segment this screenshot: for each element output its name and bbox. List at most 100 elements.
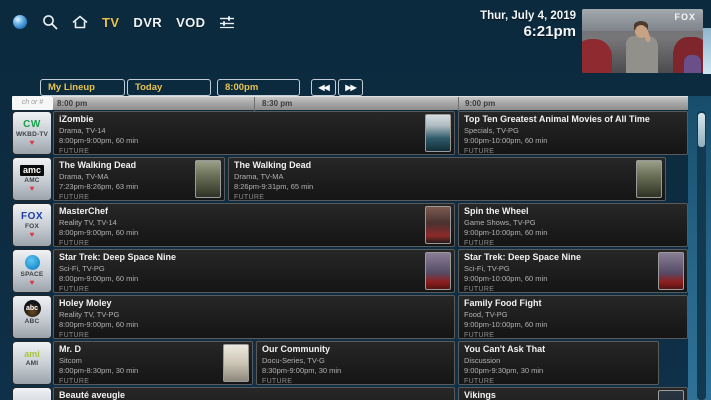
top-nav: TV DVR VOD — [12, 13, 235, 31]
program-status: FUTURE — [59, 286, 449, 293]
tab-vod[interactable]: VOD — [176, 15, 205, 30]
program-cell-holey-moley[interactable]: Holey Moley Reality TV, TV-PG 8:00pm-9:0… — [53, 295, 455, 339]
program-time: 8:00pm-8:30pm, 30 min — [59, 366, 247, 375]
channel-callsign: AMI — [26, 360, 39, 367]
program-title: You Can't Ask That — [464, 344, 653, 354]
program-title: Star Trek: Deep Space Nine — [59, 252, 449, 262]
program-cell-you-cant-ask-that[interactable]: You Can't Ask That Discussion 9:00pm-9:3… — [458, 341, 659, 385]
channel-callsign: FOX — [25, 223, 39, 230]
program-title: Mr. D — [59, 344, 247, 354]
program-time: 8:26pm-9:31pm, 65 min — [234, 182, 660, 191]
time-slot-label: 8:00 pm — [57, 99, 87, 108]
current-date: Thur, July 4, 2019 — [480, 10, 576, 22]
favorite-heart-icon: ♥ — [30, 231, 35, 239]
program-meta: Drama, TV-14 — [59, 126, 449, 135]
screen-edge-artifact — [703, 28, 711, 74]
current-time: 6:21pm — [480, 23, 576, 40]
tab-dvr[interactable]: DVR — [133, 15, 162, 30]
day-dropdown[interactable]: Today — [127, 79, 211, 96]
program-cell-izombie[interactable]: iZombie Drama, TV-14 8:00pm-9:00pm, 60 m… — [53, 111, 455, 155]
program-meta: Discussion — [464, 356, 653, 365]
program-cell-walking-dead-1[interactable]: The Walking Dead Drama, TV-MA 7:23pm-8:2… — [53, 157, 225, 201]
time-dropdown[interactable]: 8:00pm — [217, 79, 300, 96]
rewind-button[interactable]: ◀◀ — [311, 79, 336, 96]
program-time: 8:00pm-9:00pm, 60 min — [59, 136, 449, 145]
scrollbar-thumb[interactable] — [698, 113, 705, 147]
program-cell-top-ten-animal-movies[interactable]: Top Ten Greatest Animal Movies of All Ti… — [458, 111, 688, 155]
program-poster-thumbnail — [195, 160, 221, 198]
guide-row-space: SPACE ♥ Star Trek: Deep Space Nine Sci-F… — [0, 249, 711, 294]
program-poster-thumbnail — [658, 252, 684, 290]
program-poster-thumbnail — [658, 390, 684, 400]
tv-guide-screen: TV DVR VOD Thur, July 4, 2019 6:21pm FOX — [0, 0, 711, 400]
program-title: MasterChef — [59, 206, 449, 216]
program-title: iZombie — [59, 114, 449, 124]
guide-row-ami: ami AMI Mr. D Sitcom 8:00pm-8:30pm, 30 m… — [0, 341, 711, 386]
program-poster-thumbnail — [425, 206, 451, 244]
preview-art-person-body — [626, 36, 658, 73]
channel-callsign: SPACE — [21, 271, 44, 278]
settings-sliders-icon[interactable] — [219, 14, 235, 30]
timeline-divider — [254, 97, 255, 111]
lineup-dropdown[interactable]: My Lineup — [40, 79, 125, 96]
program-meta: Docu-Series, TV-G — [262, 356, 449, 365]
program-poster-thumbnail — [223, 344, 249, 382]
program-time: 9:00pm-10:00pm, 60 min — [464, 136, 682, 145]
channel-callsign: WKBD-TV — [16, 131, 48, 138]
program-status: FUTURE — [59, 240, 449, 247]
channel-cell-space[interactable]: SPACE ♥ — [12, 249, 52, 293]
program-cell-masterchef[interactable]: MasterChef Reality TV, TV-14 8:00pm-9:00… — [53, 203, 455, 247]
scrollbar-track[interactable] — [697, 111, 706, 400]
channel-cell-partial[interactable] — [12, 387, 52, 400]
channel-cell-abc[interactable]: abc ABC — [12, 295, 52, 339]
abc-logo: abc — [24, 300, 41, 317]
guide-row-fox: FOX FOX ♥ MasterChef Reality TV, TV-14 8… — [0, 203, 711, 248]
ami-logo: ami — [24, 350, 40, 359]
channel-cell-ami[interactable]: ami AMI — [12, 341, 52, 385]
program-meta: Sitcom — [59, 356, 247, 365]
program-title: Beauté aveugle — [59, 390, 449, 400]
live-video-preview[interactable]: FOX — [582, 9, 703, 73]
program-cell-beaute-aveugle[interactable]: Beauté aveugle — [53, 387, 455, 400]
program-cell-mr-d[interactable]: Mr. D Sitcom 8:00pm-8:30pm, 30 min FUTUR… — [53, 341, 253, 385]
channel-callsign: AMC — [24, 177, 39, 184]
home-icon[interactable] — [72, 14, 88, 30]
program-status: FUTURE — [464, 286, 682, 293]
program-poster-thumbnail — [425, 114, 451, 152]
program-status: FUTURE — [464, 240, 682, 247]
channel-number-input[interactable]: ch or # — [12, 96, 53, 110]
program-cell-walking-dead-2[interactable]: The Walking Dead Drama, TV-MA 8:26pm-9:3… — [228, 157, 666, 201]
program-cell-family-food-fight[interactable]: Family Food Fight Food, TV-PG 9:00pm-10:… — [458, 295, 688, 339]
channel-cell-fox[interactable]: FOX FOX ♥ — [12, 203, 52, 247]
program-status: FUTURE — [234, 194, 660, 201]
time-slot-label: 8:30 pm — [262, 99, 292, 108]
program-title: Family Food Fight — [464, 298, 682, 308]
datetime-block: Thur, July 4, 2019 6:21pm — [480, 10, 576, 40]
program-title: Star Trek: Deep Space Nine — [464, 252, 682, 262]
program-time: 9:00pm-10:00pm, 60 min — [464, 228, 682, 237]
program-poster-thumbnail — [425, 252, 451, 290]
program-cell-our-community[interactable]: Our Community Docu-Series, TV-G 8:30pm-9… — [256, 341, 455, 385]
tab-tv[interactable]: TV — [102, 15, 119, 30]
favorite-heart-icon: ♥ — [30, 185, 35, 193]
program-cell-ds9-1[interactable]: Star Trek: Deep Space Nine Sci-Fi, TV-PG… — [53, 249, 455, 293]
program-poster-thumbnail — [636, 160, 662, 198]
program-time: 9:00pm-9:30pm, 30 min — [464, 366, 653, 375]
program-meta: Drama, TV-MA — [234, 172, 660, 181]
cw-logo: CW — [23, 120, 41, 130]
program-time: 8:30pm-9:00pm, 30 min — [262, 366, 449, 375]
preview-art-passenger — [684, 55, 701, 73]
channel-cell-amc[interactable]: amc AMC ♥ — [12, 157, 52, 201]
search-icon[interactable] — [42, 14, 58, 30]
program-time: 8:00pm-9:00pm, 60 min — [59, 320, 449, 329]
globe-icon[interactable] — [12, 14, 28, 30]
program-time: 8:00pm-9:00pm, 60 min — [59, 228, 449, 237]
program-cell-spin-the-wheel[interactable]: Spin the Wheel Game Shows, TV-PG 9:00pm-… — [458, 203, 688, 247]
channel-cell-wkbd[interactable]: CW WKBD-TV ♥ — [12, 111, 52, 155]
program-meta: Specials, TV-PG — [464, 126, 682, 135]
program-cell-vikings[interactable]: Vikings — [458, 387, 688, 400]
program-cell-ds9-2[interactable]: Star Trek: Deep Space Nine Sci-Fi, TV-PG… — [458, 249, 688, 293]
program-time: 8:00pm-9:00pm, 60 min — [59, 274, 449, 283]
guide-row-amc: amc AMC ♥ The Walking Dead Drama, TV-MA … — [0, 157, 711, 202]
forward-button[interactable]: ▶▶ — [338, 79, 363, 96]
